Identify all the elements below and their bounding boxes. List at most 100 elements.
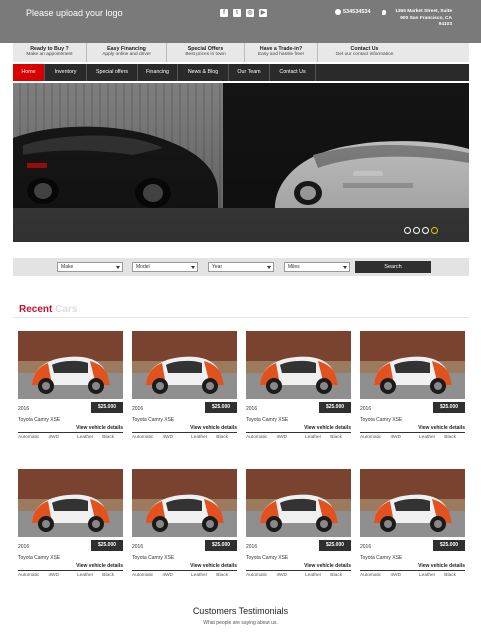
nav-financing[interactable]: Financing xyxy=(138,64,178,81)
car-photo[interactable] xyxy=(360,331,465,399)
view-details-link[interactable]: View vehicle details xyxy=(304,563,351,569)
nav-special-offers[interactable]: Special offers xyxy=(87,64,138,81)
car-photo[interactable] xyxy=(246,469,351,537)
nav-inventory[interactable]: Inventory xyxy=(45,64,87,81)
transmission-text: Automatic xyxy=(18,573,40,578)
view-details-link[interactable]: View vehicle details xyxy=(304,425,351,431)
car-price: $25.000 xyxy=(91,402,123,413)
car-year: 2016 xyxy=(132,406,144,412)
info-contact-us[interactable]: Contact Us Get our contact information xyxy=(318,43,411,62)
phone-icon xyxy=(335,9,341,15)
location-pin-icon xyxy=(382,10,386,15)
car-card[interactable]: 2016 $25.000 Toyota Camry XSE View vehicle … xyxy=(246,331,351,440)
car-price: $25.000 xyxy=(433,540,465,551)
make-select-value: Make xyxy=(61,264,74,270)
car-price: $25.000 xyxy=(205,540,237,551)
drive-text: 4WD xyxy=(276,573,288,578)
car-specs: Automatic 4WD Leather Black xyxy=(246,573,351,578)
recent-cars-title: Recent Cars xyxy=(19,304,77,315)
car-card[interactable]: 2016 $25.000 Toyota Camry XSE View vehicle … xyxy=(132,331,237,440)
car-specs: Automatic 4WD Leather Black xyxy=(132,573,237,578)
car-photo[interactable] xyxy=(132,469,237,537)
car-model[interactable]: Toyota Camry XSE xyxy=(246,555,288,561)
car-model[interactable]: Toyota Camry XSE xyxy=(18,555,60,561)
phone-number: 534534534 xyxy=(343,9,371,15)
view-details-link[interactable]: View vehicle details xyxy=(418,563,465,569)
nav-home[interactable]: Home xyxy=(13,64,45,81)
hero-slider[interactable] xyxy=(13,83,469,242)
spec-color: Black xyxy=(216,573,229,578)
slider-dot[interactable] xyxy=(413,227,420,234)
car-card[interactable]: 2016 $25.000 Toyota Camry XSE View vehicle … xyxy=(360,469,465,578)
twitter-icon[interactable]: t xyxy=(233,9,241,17)
spec-transmission: Automatic 4WD xyxy=(360,573,410,578)
car-photo[interactable] xyxy=(246,331,351,399)
info-special-offers[interactable]: Special Offers Best prices in town xyxy=(167,43,245,62)
spec-interior: Leather xyxy=(419,573,436,578)
nav-contact-us[interactable]: Contact Us xyxy=(270,64,316,81)
spec-color: Black xyxy=(216,435,229,440)
car-model[interactable]: Toyota Camry XSE xyxy=(246,417,288,423)
spec-interior: Leather xyxy=(191,573,208,578)
nav-news-blog[interactable]: News & Blog xyxy=(178,64,229,81)
search-button[interactable]: Search xyxy=(355,261,431,273)
view-details-link[interactable]: View vehicle details xyxy=(418,425,465,431)
car-card[interactable]: 2016 $25.000 Toyota Camry XSE View vehicle … xyxy=(360,331,465,440)
info-ready-to-buy[interactable]: Ready to Buy ? Make an appointment xyxy=(13,43,87,62)
chevron-down-icon xyxy=(343,266,347,269)
car-specs: Automatic 4WD Leather Black xyxy=(360,435,465,440)
car-photo[interactable] xyxy=(18,469,123,537)
slider-dot[interactable] xyxy=(422,227,429,234)
miles-select[interactable]: Miles xyxy=(284,262,350,272)
car-photo[interactable] xyxy=(18,331,123,399)
car-price: $25.000 xyxy=(319,540,351,551)
view-details-link[interactable]: View vehicle details xyxy=(76,563,123,569)
spec-color: Black xyxy=(330,573,343,578)
spec-interior: Leather xyxy=(305,435,322,440)
car-model[interactable]: Toyota Camry XSE xyxy=(360,417,402,423)
make-select[interactable]: Make xyxy=(57,262,123,272)
slider-dots xyxy=(404,227,438,234)
car-model[interactable]: Toyota Camry XSE xyxy=(132,555,174,561)
car-card[interactable]: 2016 $25.000 Toyota Camry XSE View vehicle … xyxy=(18,469,123,578)
car-card[interactable]: 2016 $25.000 Toyota Camry XSE View vehicle … xyxy=(18,331,123,440)
view-details-link[interactable]: View vehicle details xyxy=(190,563,237,569)
slider-dot[interactable] xyxy=(404,227,411,234)
testimonials-section: Customers Testimonials What people are s… xyxy=(0,606,481,626)
logo-placeholder[interactable]: Please upload your logo xyxy=(26,8,123,18)
youtube-icon[interactable]: ▶ xyxy=(259,9,267,17)
spec-color: Black xyxy=(102,573,115,578)
card-divider xyxy=(132,432,237,433)
drive-text: 4WD xyxy=(48,435,60,440)
car-photo[interactable] xyxy=(132,331,237,399)
spec-color: Black xyxy=(330,435,343,440)
spec-interior: Leather xyxy=(419,435,436,440)
card-divider xyxy=(246,432,351,433)
car-card[interactable]: 2016 $25.000 Toyota Camry XSE View vehicle … xyxy=(132,469,237,578)
car-year: 2016 xyxy=(246,544,258,550)
search-bar: Make Model Year Miles Search xyxy=(13,258,469,276)
model-select[interactable]: Model xyxy=(132,262,198,272)
year-select[interactable]: Year xyxy=(208,262,274,272)
car-photo[interactable] xyxy=(360,469,465,537)
car-model[interactable]: Toyota Camry XSE xyxy=(360,555,402,561)
instagram-icon[interactable]: ◎ xyxy=(246,9,254,17)
chevron-down-icon xyxy=(191,266,195,269)
view-details-link[interactable]: View vehicle details xyxy=(76,425,123,431)
car-model[interactable]: Toyota Camry XSE xyxy=(132,417,174,423)
info-trade-in[interactable]: Have a Trade-in? Easy and hassle free! xyxy=(245,43,318,62)
page: Please upload your logo f t ◎ ▶ 53453453… xyxy=(0,0,481,636)
car-model[interactable]: Toyota Camry XSE xyxy=(18,417,60,423)
slider-dot-active[interactable] xyxy=(431,227,438,234)
facebook-icon[interactable]: f xyxy=(220,9,228,17)
car-year: 2016 xyxy=(18,406,30,412)
info-easy-financing[interactable]: Easy Financing Apply online and drive! xyxy=(87,43,167,62)
view-details-link[interactable]: View vehicle details xyxy=(190,425,237,431)
year-select-value: Year xyxy=(212,264,223,270)
nav-our-team[interactable]: Our Team xyxy=(229,64,270,81)
phone-contact[interactable]: 534534534 xyxy=(335,9,371,15)
recent-title-secondary: Cars xyxy=(55,304,78,315)
car-card[interactable]: 2016 $25.000 Toyota Camry XSE View vehicle … xyxy=(246,469,351,578)
info-subtitle: Get our contact information xyxy=(335,52,394,57)
car-year: 2016 xyxy=(132,544,144,550)
